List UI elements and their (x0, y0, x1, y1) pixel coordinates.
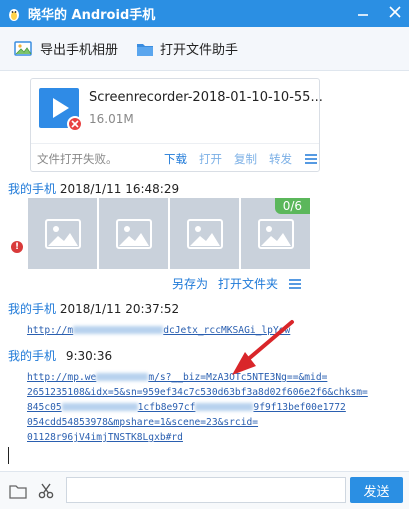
window-title: 晓华的 Android手机 (28, 8, 156, 23)
copy-link[interactable]: 复制 (234, 151, 257, 167)
message-link[interactable]: http://mp.we m/s?__biz=MzA3OTc5NTE3Ng==&m… (27, 372, 327, 383)
message-header: 我的手机 2018/1/11 20:37:52 (8, 300, 179, 317)
sender-name: 我的手机 (8, 182, 57, 196)
link-text: dcJetx_rccMKSAGi_lpYow (163, 325, 291, 336)
link-text: 1cfb8e97cf (137, 402, 196, 413)
message-link[interactable]: 01128r96jV4imjTNSTK8Lgxb#rd (27, 432, 183, 443)
minimize-icon (358, 14, 368, 16)
folder-icon (9, 484, 27, 499)
photo-album-icon (14, 40, 32, 56)
message-link[interactable]: 845c05 1cfb8e97cf 9f9f13bef00e1772 (27, 402, 346, 413)
link-text: http://mp.we (27, 372, 97, 383)
file-message-card[interactable]: Screenrecorder-2018-01-10-10-55... 16.01… (30, 78, 323, 172)
card-divider (31, 143, 319, 144)
link-text: http://m (27, 325, 74, 336)
qq-penguin-icon (9, 8, 19, 21)
redacted-text (61, 403, 138, 411)
text-cursor (8, 447, 9, 464)
message-time: 2018/1/11 20:37:52 (59, 302, 180, 316)
redacted-text (195, 403, 254, 411)
image-placeholder-icon (257, 218, 294, 249)
link-text: 845c05 (27, 402, 62, 413)
message-header: 我的手机 2018/1/11 16:48:29 (8, 180, 179, 197)
toolbar: 导出手机相册 打开文件助手 (0, 27, 409, 71)
error-x-icon (67, 116, 83, 132)
save-as-link[interactable]: 另存为 (172, 275, 208, 292)
file-size: 16.01M (89, 112, 134, 126)
redacted-text (73, 326, 164, 334)
image-placeholder-icon (115, 218, 152, 249)
message-link[interactable]: 2651235108&idx=5&sn=959ef34c7c530d63bf3a… (27, 387, 368, 398)
open-link[interactable]: 打开 (199, 151, 222, 167)
link-text: m/s?__biz=MzA3OTc5NTE3Ng==&mid= (148, 372, 328, 383)
message-time: 2018/1/11 16:48:29 (59, 182, 180, 196)
open-file-helper-button[interactable]: 打开文件助手 (136, 39, 238, 58)
link-text: 9f9f13bef00e1772 (253, 402, 346, 413)
sender-name: 我的手机 (8, 349, 57, 363)
open-file-helper-label: 打开文件助手 (160, 43, 239, 58)
image-placeholder-icon (186, 218, 223, 249)
minimize-button[interactable] (355, 4, 371, 20)
photo-thumbnail[interactable] (99, 198, 168, 269)
sender-name: 我的手机 (8, 302, 57, 316)
forward-link[interactable]: 转发 (269, 151, 292, 167)
title-bar: 晓华的 Android手机 (0, 0, 409, 27)
send-file-button[interactable] (8, 481, 28, 501)
photo-thumbnail[interactable] (28, 198, 97, 269)
photo-strip[interactable]: 0/6 (28, 198, 310, 269)
scissors-icon (38, 483, 54, 498)
message-header: 我的手机 9:30:36 (8, 347, 112, 364)
message-link[interactable]: http://m dcJetx_rccMKSAGi_lpYow (27, 325, 290, 336)
send-failed-icon[interactable]: ! (11, 241, 23, 253)
message-input[interactable] (66, 477, 346, 503)
menu-icon[interactable] (288, 278, 302, 290)
send-button[interactable]: 发送 (350, 477, 403, 503)
file-name: Screenrecorder-2018-01-10-10-55... (89, 90, 323, 105)
download-link[interactable]: 下载 (164, 151, 187, 167)
export-album-button[interactable]: 导出手机相册 (14, 39, 118, 58)
redacted-text (96, 373, 149, 381)
close-button[interactable] (387, 4, 403, 20)
photo-thumbnail[interactable] (170, 198, 239, 269)
image-placeholder-icon (44, 218, 81, 249)
progress-badge: 0/6 (274, 198, 310, 214)
menu-icon[interactable] (304, 153, 318, 165)
file-status: 文件打开失败。 (37, 152, 118, 166)
chat-history[interactable]: Screenrecorder-2018-01-10-10-55... 16.01… (0, 71, 409, 471)
export-album-label: 导出手机相册 (40, 43, 119, 58)
message-time: 9:30:36 (65, 349, 113, 363)
photo-actions: 另存为 打开文件夹 (172, 275, 302, 292)
photo-thumbnail[interactable]: 0/6 (241, 198, 310, 269)
open-folder-link[interactable]: 打开文件夹 (218, 275, 278, 292)
screenshot-button[interactable] (36, 481, 56, 501)
file-actions: 下载 打开 复制 转发 (164, 151, 318, 167)
folder-icon (137, 43, 154, 56)
message-link[interactable]: 054cdd54853978&mpshare=1&scene=23&srcid= (27, 417, 258, 428)
close-icon (389, 6, 401, 18)
